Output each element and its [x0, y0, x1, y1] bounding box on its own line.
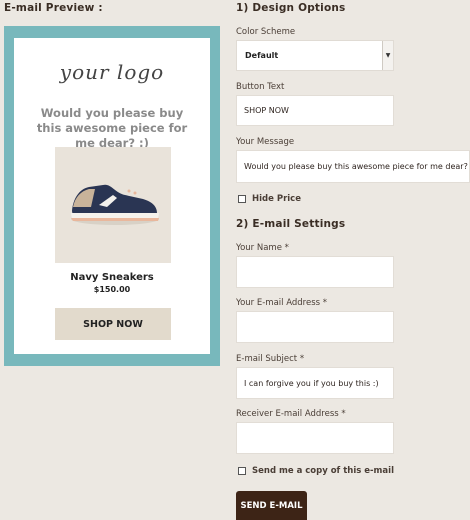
email-settings-title: 2) E-mail Settings [236, 218, 346, 230]
receiver-label: Receiver E-mail Address * [236, 409, 346, 419]
color-scheme-label: Color Scheme [236, 27, 296, 37]
name-label: Your Name * [236, 243, 289, 253]
product-price: $150.00 [93, 285, 131, 294]
product-name: Navy Sneakers [70, 272, 154, 283]
product-image [55, 147, 171, 263]
send-email-button[interactable]: SEND E-MAIL [236, 491, 307, 520]
subject-input[interactable]: I can forgive you if you buy this :) [236, 367, 394, 399]
address-input[interactable] [236, 311, 394, 343]
preview-card: your logo Would you please buy this awes… [14, 38, 210, 354]
hide-price-checkbox[interactable] [238, 195, 246, 203]
design-options-title: 1) Design Options [236, 2, 346, 14]
chevron-down-icon[interactable]: ▼ [382, 41, 393, 70]
copy-checkbox[interactable] [238, 467, 246, 475]
hide-price-label: Hide Price [252, 194, 301, 204]
logo: your logo [59, 60, 165, 84]
name-input[interactable] [236, 256, 394, 288]
address-label: Your E-mail Address * [236, 298, 328, 308]
button-text-value: SHOP NOW [244, 106, 289, 115]
message-input[interactable]: Would you please buy this awesome piece … [236, 150, 470, 183]
message-value: Would you please buy this awesome piece … [244, 162, 470, 171]
message-label: Your Message [236, 137, 295, 147]
sneaker-icon [71, 184, 159, 225]
color-scheme-select[interactable]: Default ▼ [236, 40, 394, 71]
receiver-input[interactable] [236, 422, 394, 454]
subject-value: I can forgive you if you buy this :) [244, 378, 379, 388]
shop-now-button[interactable]: SHOP NOW [55, 308, 171, 340]
subject-label: E-mail Subject * [236, 354, 305, 364]
button-text-input[interactable]: SHOP NOW [236, 95, 394, 126]
preview-frame: your logo Would you please buy this awes… [4, 26, 220, 366]
color-scheme-value: Default [245, 51, 279, 60]
copy-label: Send me a copy of this e-mail [252, 466, 394, 476]
preview-message: Would you please buy this awesome piece … [36, 106, 188, 150]
button-text-label: Button Text [236, 82, 285, 92]
preview-title: E-mail Preview : [4, 2, 103, 14]
